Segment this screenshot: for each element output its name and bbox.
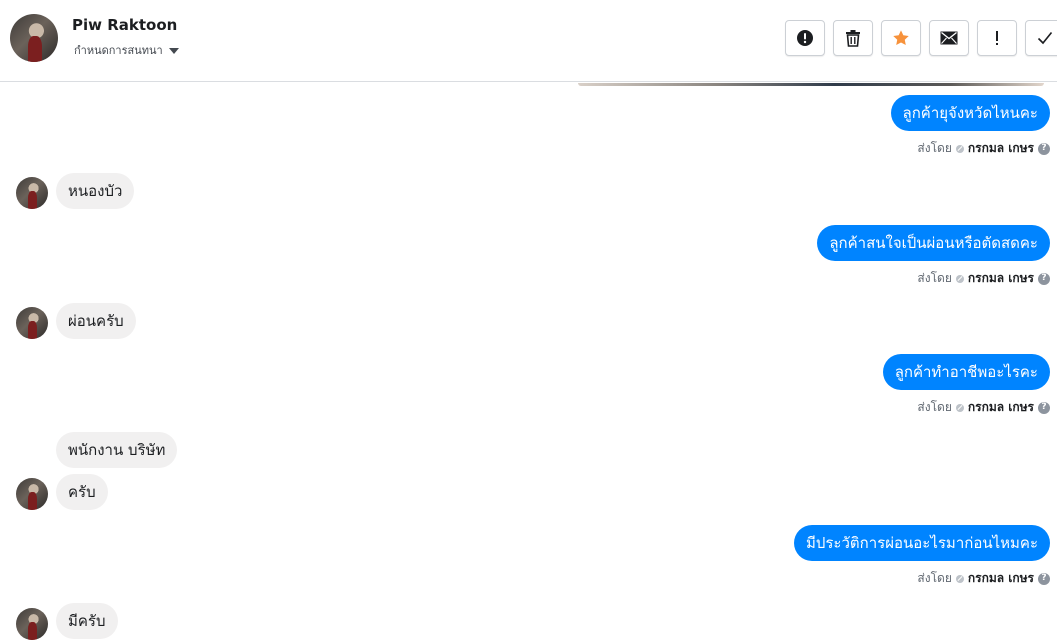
contact-avatar-small [16,478,48,510]
sent-by-line: ส่งโดย กรกมล เกษร ? [917,398,1050,417]
help-icon[interactable]: ? [1038,142,1050,155]
outgoing-message[interactable]: ลูกค้าทำอาชีพอะไรคะ [882,354,1050,390]
caret-down-icon [168,47,179,54]
sent-by-label: ส่งโดย [917,400,952,414]
mark-spam-button[interactable] [785,20,825,56]
incoming-message[interactable]: หนองบัว [56,173,135,209]
alert-circle-icon [797,30,813,46]
contact-avatar-small [16,177,48,209]
star-button[interactable] [881,20,921,56]
sent-by-line: ส่งโดย กรกมล เกษร ? [917,139,1050,158]
help-icon[interactable]: ? [1038,572,1050,585]
outgoing-message[interactable]: ลูกค้าสนใจเป็นผ่อนหรือตัดสดคะ [817,225,1050,261]
image-attachment[interactable] [578,83,1044,86]
sent-by-line: ส่งโดย กรกมล เกษร ? [917,569,1050,588]
contact-avatar-small [16,608,48,640]
conversation-header: Piw Raktoon กำหนดการสนทนา [0,0,1057,82]
check-icon [1037,31,1053,45]
outgoing-message[interactable]: ลูกค้ายุจังหวัดไหนคะ [890,95,1050,131]
contact-avatar-small [16,307,48,339]
incoming-message[interactable]: ผ่อนครับ [56,303,136,339]
important-button[interactable] [977,20,1017,56]
incoming-message[interactable]: ครับ [56,474,108,510]
mark-unread-button[interactable] [929,20,969,56]
outgoing-message[interactable]: มีประวัติการผ่อนอะไรมาก่อนไหมคะ [793,525,1050,561]
incoming-message[interactable]: มีครับ [56,603,118,639]
agent-name[interactable]: กรกมล เกษร [968,398,1034,417]
agent-name[interactable]: กรกมล เกษร [968,139,1034,158]
trash-icon [846,30,860,47]
sent-by-label: ส่งโดย [917,571,952,585]
sent-by-label: ส่งโดย [917,141,952,155]
delete-button[interactable] [833,20,873,56]
exclamation-icon [996,31,998,45]
contact-avatar[interactable] [10,14,58,62]
sent-by-line: ส่งโดย กรกมล เกษร ? [917,269,1050,288]
conversation-settings-label: กำหนดการสนทนา [74,44,163,57]
sent-by-label: ส่งโดย [917,271,952,285]
envelope-icon [940,31,958,45]
verified-icon [955,403,964,412]
verified-icon [955,574,964,583]
agent-name[interactable]: กรกมล เกษร [968,569,1034,588]
contact-name[interactable]: Piw Raktoon [72,16,177,34]
agent-name[interactable]: กรกมล เกษร [968,269,1034,288]
verified-icon [955,274,964,283]
incoming-message[interactable]: พนักงาน บริษัท [56,432,178,468]
message-thread[interactable]: ลูกค้ายุจังหวัดไหนคะ ส่งโดย กรกมล เกษร ?… [0,83,1057,644]
verified-icon [955,144,964,153]
conversation-settings-dropdown[interactable]: กำหนดการสนทนา [74,41,179,59]
help-icon[interactable]: ? [1038,272,1050,285]
help-icon[interactable]: ? [1038,401,1050,414]
star-icon [893,30,909,46]
mark-done-button[interactable] [1025,20,1057,56]
conversation-toolbar [785,20,1057,56]
